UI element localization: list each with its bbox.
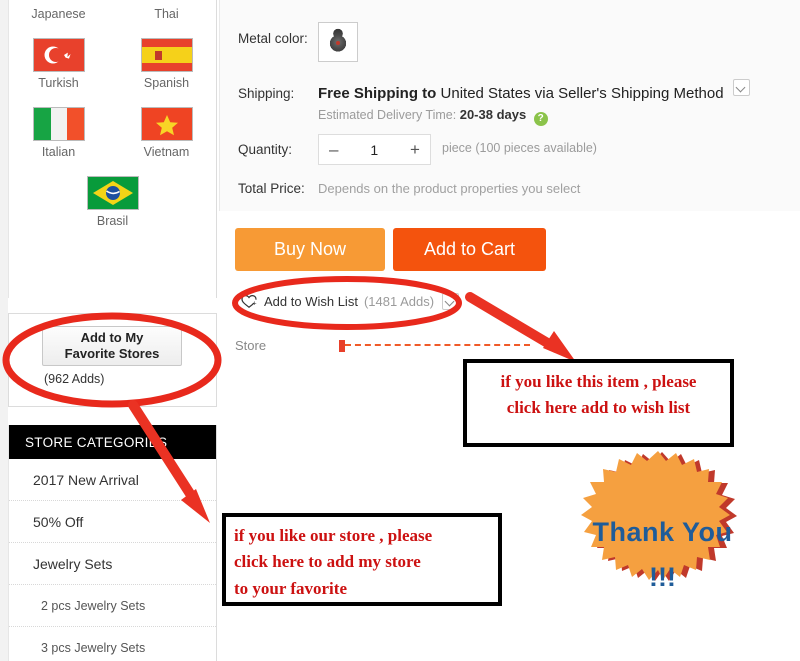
shipping-label: Shipping: [238,86,295,101]
language-item-spanish[interactable]: Spanish [136,32,198,91]
store-label: Store [235,338,267,353]
category-item-50-off[interactable]: 50% Off [9,501,216,543]
language-label: Japanese [31,7,86,21]
language-label: Thai [154,7,179,21]
language-label: Vietnam [143,145,190,159]
metal-color-swatch[interactable] [318,22,358,62]
language-item-thai[interactable]: Thai [136,6,198,22]
category-item-3-pcs-jewelry-sets[interactable]: 3 pcs Jewelry Sets [9,627,216,661]
language-row: Turkish Spanish [9,32,216,91]
language-item-vietnam[interactable]: Vietnam [136,101,198,160]
total-price-value: Depends on the product properties you se… [318,181,581,196]
category-label: Jewelry Sets [33,555,113,572]
favorite-button-line1: Add to My [80,330,144,345]
add-to-cart-button[interactable]: Add to Cart [393,228,546,271]
turkish-flag-icon [32,38,85,72]
ornament-icon [325,28,351,56]
language-label: Italian [41,145,76,159]
heart-plus-icon: + [241,294,258,309]
delivery-prefix: Estimated Delivery Time: [318,108,457,122]
total-price-label: Total Price: [238,181,305,196]
category-label: 2 pcs Jewelry Sets [41,598,146,613]
store-categories-title: STORE CATEGORIES [9,425,216,459]
quantity-stepper[interactable]: – 1 + [318,134,431,165]
category-label: 50% Off [33,513,84,530]
shipping-destination-text: United States via Seller's Shipping Meth… [440,85,724,102]
italian-flag-icon [32,107,85,141]
category-item-2017-new-arrival[interactable]: 2017 New Arrival [9,459,216,501]
category-label: 3 pcs Jewelry Sets [41,640,146,655]
language-item-japanese[interactable]: Japanese [28,6,90,22]
language-item-turkish[interactable]: Turkish [28,32,90,91]
svg-text:+: + [253,301,257,308]
estimated-delivery: Estimated Delivery Time: 20-38 days ? [318,107,548,126]
language-label: Turkish [38,76,79,90]
category-label: 2017 New Arrival [33,471,139,488]
store-divider [339,340,530,352]
language-panel: Japanese Thai Turkish Spanish Italian Vi… [8,0,217,298]
product-properties-panel: Metal color: Shipping: Free Shipping to … [219,0,800,211]
brasil-flag-icon [86,176,139,210]
quantity-increase-button[interactable]: + [410,141,420,158]
add-to-favorite-stores-button[interactable]: Add to My Favorite Stores [42,326,182,366]
quantity-availability-note: piece (100 pieces available) [442,141,597,155]
language-row: Japanese Thai [9,6,216,22]
wish-list-chevron-down-icon[interactable] [442,293,460,310]
quantity-label: Quantity: [238,142,293,157]
wish-list-adds-count: (1481 Adds) [363,294,435,309]
category-item-2-pcs-jewelry-sets[interactable]: 2 pcs Jewelry Sets [9,585,216,627]
shipping-value: Free Shipping to United States via Selle… [318,79,750,102]
store-row: Store [235,338,535,353]
language-grid: Japanese Thai Turkish Spanish Italian Vi… [9,6,216,229]
quantity-decrease-button[interactable]: – [329,141,338,158]
vietnam-flag-icon [140,107,193,141]
quantity-input[interactable]: 1 [370,142,378,158]
left-sidebar: Japanese Thai Turkish Spanish Italian Vi… [0,0,219,661]
language-label: Brasil [96,214,129,228]
language-row: Brasil [9,170,216,229]
store-categories-panel: STORE CATEGORIES 2017 New Arrival 50% Of… [8,425,217,661]
product-detail-content: Metal color: Shipping: Free Shipping to … [219,0,800,661]
help-icon[interactable]: ? [533,112,548,126]
category-item-jewelry-sets[interactable]: Jewelry Sets [9,543,216,585]
product-page: Japanese Thai Turkish Spanish Italian Vi… [0,0,800,661]
metal-color-label: Metal color: [238,31,308,46]
chevron-down-icon[interactable] [732,79,750,96]
language-row: Italian Vietnam [9,101,216,160]
favorite-button-line2: Favorite Stores [64,346,160,361]
language-item-italian[interactable]: Italian [28,101,90,160]
buy-now-button[interactable]: Buy Now [235,228,385,271]
favorite-adds-count: (962 Adds) [44,372,105,386]
wish-list-label: Add to Wish List [264,294,358,309]
favorite-store-box: Add to My Favorite Stores (962 Adds) [8,313,217,407]
delivery-value: 20-38 days [459,107,527,122]
shipping-free-text: Free Shipping to [318,85,437,102]
language-item-brasil[interactable]: Brasil [82,170,144,229]
add-to-wish-list[interactable]: + Add to Wish List (1481 Adds) [241,293,460,310]
language-label: Spanish [143,76,190,90]
spanish-flag-icon [140,38,193,72]
